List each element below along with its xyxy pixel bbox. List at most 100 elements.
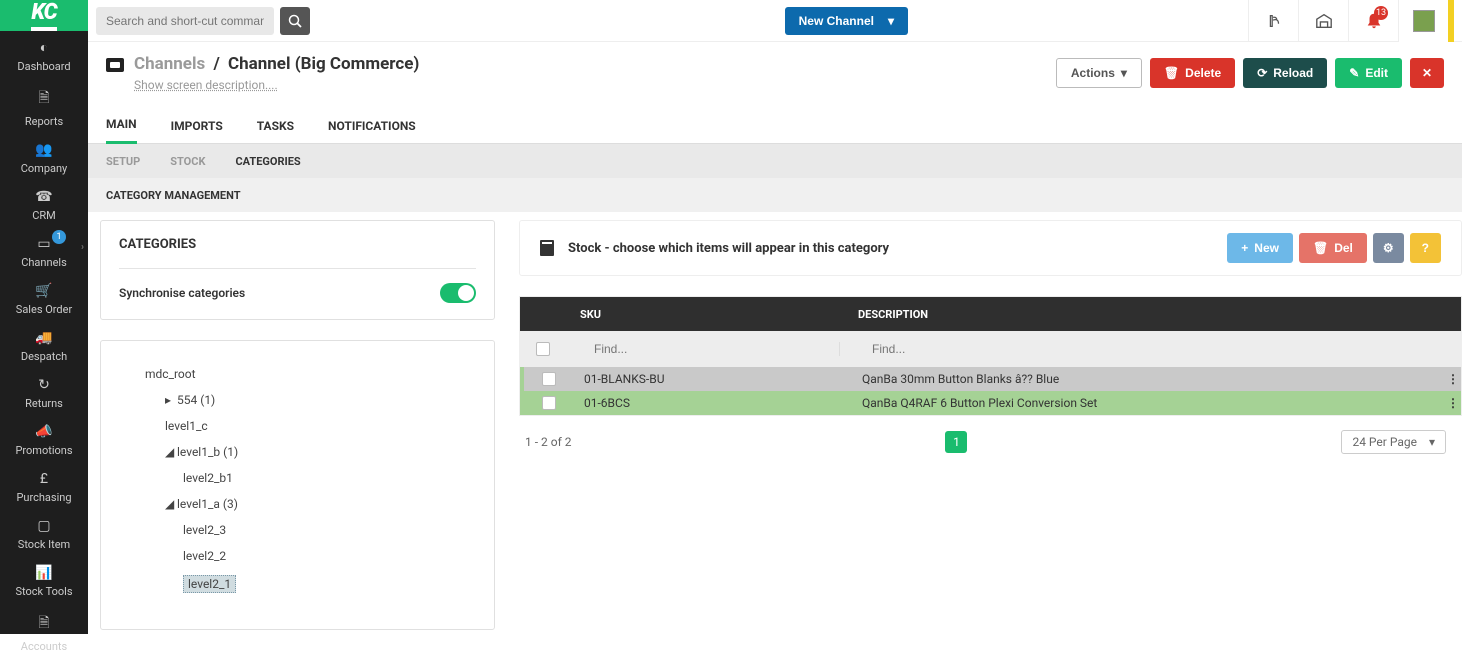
sidebar-item-salesorder[interactable]: 🛒Sales Order — [0, 275, 88, 322]
tree-root[interactable]: mdc_root — [115, 361, 480, 387]
reload-icon: ⟳ — [1257, 66, 1267, 80]
filter-desc-input[interactable] — [858, 342, 1461, 356]
channels-badge: 1 — [52, 230, 66, 244]
sidebar-item-crm[interactable]: ☎CRM — [0, 181, 88, 228]
tree-node-level21[interactable]: level2_1 — [115, 569, 480, 599]
stock-table: SKU DESCRIPTION 01-BLANKS-BU QanBa 30mm … — [519, 296, 1462, 416]
row-menu-icon[interactable]: ⋮ — [1447, 372, 1461, 386]
gear-icon: ⚙ — [1383, 241, 1394, 255]
trash-icon: 🗑 — [1164, 66, 1179, 80]
expanded-icon: ◢ — [165, 497, 175, 511]
reload-button[interactable]: ⟳Reload — [1243, 58, 1327, 88]
crm-icon: ☎ — [35, 189, 52, 205]
select-all-checkbox[interactable] — [536, 342, 550, 356]
subtab-stock[interactable]: STOCK — [170, 155, 205, 168]
notifications-button[interactable]: 13 — [1348, 0, 1398, 42]
table-row[interactable]: 01-6BCS QanBa Q4RAF 6 Button Plexi Conve… — [520, 391, 1461, 415]
tree-node-554[interactable]: ▸554 (1) — [115, 387, 480, 413]
expanded-icon: ◢ — [165, 445, 175, 459]
collapsed-icon: ▸ — [165, 393, 175, 407]
stock-title: Stock - choose which items will appear i… — [568, 241, 889, 256]
tree-node-level2b1[interactable]: level2_b1 — [115, 465, 480, 491]
channel-icon — [106, 58, 124, 72]
stocktools-icon: 📊 — [35, 565, 52, 581]
breadcrumb-current: Channel (Big Commerce) — [228, 54, 419, 74]
tree-node-level22[interactable]: level2_2 — [115, 543, 480, 569]
sidebar-item-company[interactable]: 👥Company — [0, 134, 88, 181]
tree-node-level1c[interactable]: level1_c — [115, 413, 480, 439]
del-button[interactable]: 🗑Del — [1299, 233, 1367, 263]
sync-toggle[interactable] — [440, 283, 476, 303]
settings-button[interactable]: ⚙ — [1373, 233, 1404, 263]
purchasing-icon: £ — [40, 471, 48, 487]
table-header: SKU DESCRIPTION — [520, 297, 1461, 331]
filter-sku-input[interactable] — [580, 342, 840, 356]
sub-tabs-secondary: CATEGORY MANAGEMENT — [88, 178, 1462, 212]
chevron-down-icon: ▾ — [888, 14, 894, 28]
tab-imports[interactable]: IMPORTS — [171, 108, 223, 144]
sidebar-item-returns[interactable]: ↻Returns — [0, 369, 88, 416]
logo[interactable]: KC — [0, 0, 88, 31]
row-desc: QanBa Q4RAF 6 Button Plexi Conversion Se… — [850, 396, 1447, 410]
sidebar-item-channels[interactable]: ▭1›Channels — [0, 228, 88, 275]
subtab-categories[interactable]: CATEGORIES — [235, 155, 300, 168]
company-icon: 👥 — [35, 142, 52, 158]
edit-button[interactable]: ✎Edit — [1335, 58, 1402, 88]
new-button[interactable]: +New — [1227, 233, 1293, 263]
warehouse-button[interactable] — [1298, 0, 1348, 42]
header: Channels / Channel (Big Commerce) Show s… — [88, 42, 1462, 108]
breadcrumb: Channels / Channel (Big Commerce) — [134, 54, 419, 74]
row-sku: 01-BLANKS-BU — [570, 372, 850, 386]
salesorder-icon: 🛒 — [35, 283, 52, 299]
col-description[interactable]: DESCRIPTION — [846, 308, 1447, 321]
promotions-icon: 📣 — [35, 424, 52, 440]
actions-button[interactable]: Actions▾ — [1056, 58, 1142, 88]
table-row[interactable]: 01-BLANKS-BU QanBa 30mm Button Blanks â?… — [520, 367, 1461, 391]
sidebar-item-stocktools[interactable]: 📊Stock Tools — [0, 557, 88, 604]
tree-node-level23[interactable]: level2_3 — [115, 517, 480, 543]
categories-panel: CATEGORIES Synchronise categories mdc_ro… — [100, 220, 495, 634]
breadcrumb-root[interactable]: Channels — [134, 54, 205, 74]
sidebar-item-purchasing[interactable]: £Purchasing — [0, 463, 88, 510]
screen-description-link[interactable]: Show screen description.... — [134, 78, 419, 92]
search-input[interactable] — [96, 7, 274, 35]
beacon-button[interactable] — [1248, 0, 1298, 42]
subtab-setup[interactable]: SETUP — [106, 155, 140, 168]
sidebar-item-despatch[interactable]: 🚚Despatch — [0, 322, 88, 369]
sync-label: Synchronise categories — [119, 286, 245, 300]
topbar: New Channel ▾ 13 — [88, 0, 1462, 42]
col-sku[interactable]: SKU — [566, 308, 846, 321]
tree-node-level1b[interactable]: ◢level1_b (1) — [115, 439, 480, 465]
close-button[interactable]: ✕ — [1410, 58, 1444, 88]
help-button[interactable]: ? — [1410, 233, 1441, 263]
user-avatar[interactable] — [1398, 0, 1448, 42]
pagination-info: 1 - 2 of 2 — [525, 435, 571, 449]
delete-button[interactable]: 🗑Delete — [1150, 58, 1235, 88]
trash-icon: 🗑 — [1313, 241, 1328, 255]
sidebar-item-dashboard[interactable]: ◐Dashboard — [0, 31, 88, 79]
subtab-cat-mgmt[interactable]: CATEGORY MANAGEMENT — [106, 189, 241, 202]
row-checkbox[interactable] — [542, 396, 556, 410]
chevron-right-icon: › — [81, 242, 84, 253]
row-checkbox[interactable] — [542, 372, 556, 386]
search-button[interactable] — [280, 7, 310, 35]
sidebar-item-reports[interactable]: 🗎Reports — [0, 79, 88, 134]
sidebar-item-stockitem[interactable]: ▢Stock Item — [0, 510, 88, 557]
tab-main[interactable]: MAIN — [106, 108, 137, 144]
tree-node-level1a[interactable]: ◢level1_a (3) — [115, 491, 480, 517]
chevron-down-icon: ▾ — [1121, 66, 1127, 80]
sidebar: KC ◐Dashboard 🗎Reports 👥Company ☎CRM ▭1 ›… — [0, 0, 88, 634]
stock-panel: Stock - choose which items will appear i… — [519, 220, 1462, 634]
sidebar-item-promotions[interactable]: 📣Promotions — [0, 416, 88, 463]
channels-icon: ▭ — [37, 236, 50, 252]
beacon-icon — [1265, 12, 1283, 30]
per-page-select[interactable]: 24 Per Page▾ — [1341, 430, 1446, 454]
page-number[interactable]: 1 — [945, 431, 967, 453]
row-sku: 01-6BCS — [570, 396, 850, 410]
new-channel-button[interactable]: New Channel ▾ — [785, 7, 908, 35]
tab-tasks[interactable]: TASKS — [257, 108, 294, 144]
sidebar-item-accounts[interactable]: 🗎Accounts — [0, 604, 88, 659]
tab-notifications[interactable]: NOTIFICATIONS — [328, 108, 416, 144]
dashboard-icon: ◐ — [40, 39, 48, 56]
row-menu-icon[interactable]: ⋮ — [1447, 396, 1461, 410]
